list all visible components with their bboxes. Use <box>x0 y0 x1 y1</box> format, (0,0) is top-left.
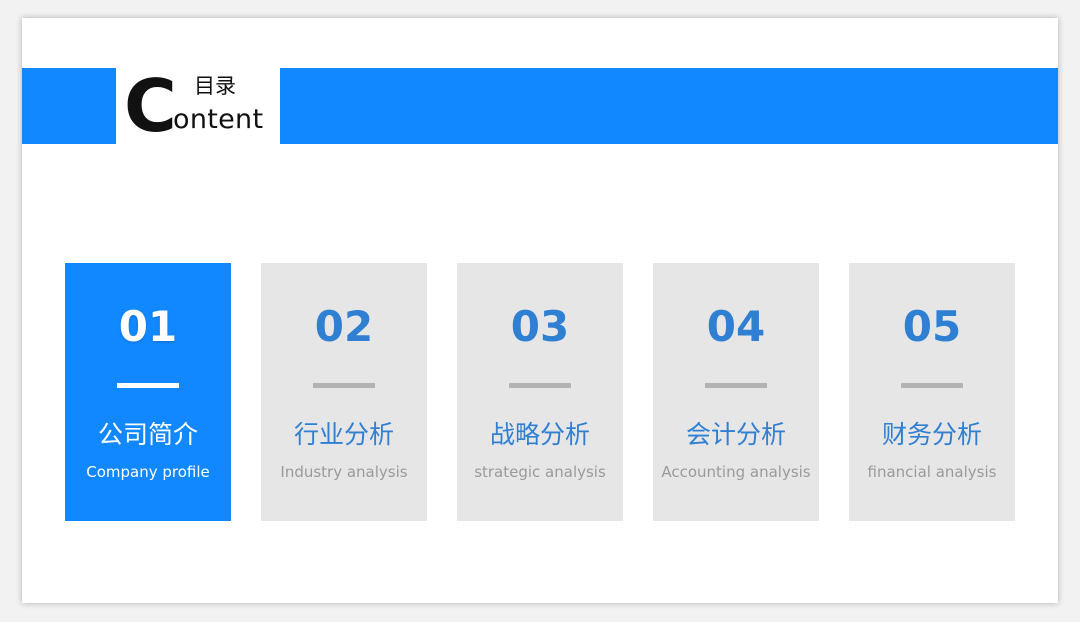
card-title-cn: 战略分析 <box>489 420 590 449</box>
card-divider <box>313 383 375 388</box>
header-band-right <box>280 68 1058 144</box>
card-divider <box>117 383 179 388</box>
card-title-en: Industry analysis <box>280 463 408 481</box>
title-big-letter: C <box>124 64 177 148</box>
card-title-cn: 会计分析 <box>685 420 786 449</box>
toc-card-04[interactable]: 04 会计分析 Accounting analysis <box>653 263 819 521</box>
card-title-cn: 公司简介 <box>97 420 198 449</box>
card-divider <box>901 383 963 388</box>
content-title: C 目录 ontent <box>116 64 280 148</box>
card-title-cn: 财务分析 <box>881 420 982 449</box>
card-number: 04 <box>706 302 766 351</box>
title-english: ontent <box>173 104 264 135</box>
card-title-cn: 行业分析 <box>293 420 394 449</box>
card-title-en: strategic analysis <box>474 463 606 481</box>
card-number: 02 <box>314 302 374 351</box>
toc-card-05[interactable]: 05 财务分析 financial analysis <box>849 263 1015 521</box>
card-title-en: Accounting analysis <box>661 463 811 481</box>
card-divider <box>705 383 767 388</box>
card-title-en: financial analysis <box>867 463 997 481</box>
header-band-left <box>22 68 116 144</box>
toc-cards: 01 公司简介 Company profile 02 行业分析 Industry… <box>65 263 1015 521</box>
card-number: 05 <box>902 302 962 351</box>
toc-card-02[interactable]: 02 行业分析 Industry analysis <box>261 263 427 521</box>
card-title-en: Company profile <box>86 463 210 481</box>
card-number: 03 <box>510 302 570 351</box>
slide: C 目录 ontent 01 公司简介 Company profile 02 行… <box>22 18 1058 603</box>
card-divider <box>509 383 571 388</box>
toc-card-01[interactable]: 01 公司简介 Company profile <box>65 263 231 521</box>
card-number: 01 <box>118 302 178 351</box>
title-chinese: 目录 <box>194 74 236 98</box>
toc-card-03[interactable]: 03 战略分析 strategic analysis <box>457 263 623 521</box>
